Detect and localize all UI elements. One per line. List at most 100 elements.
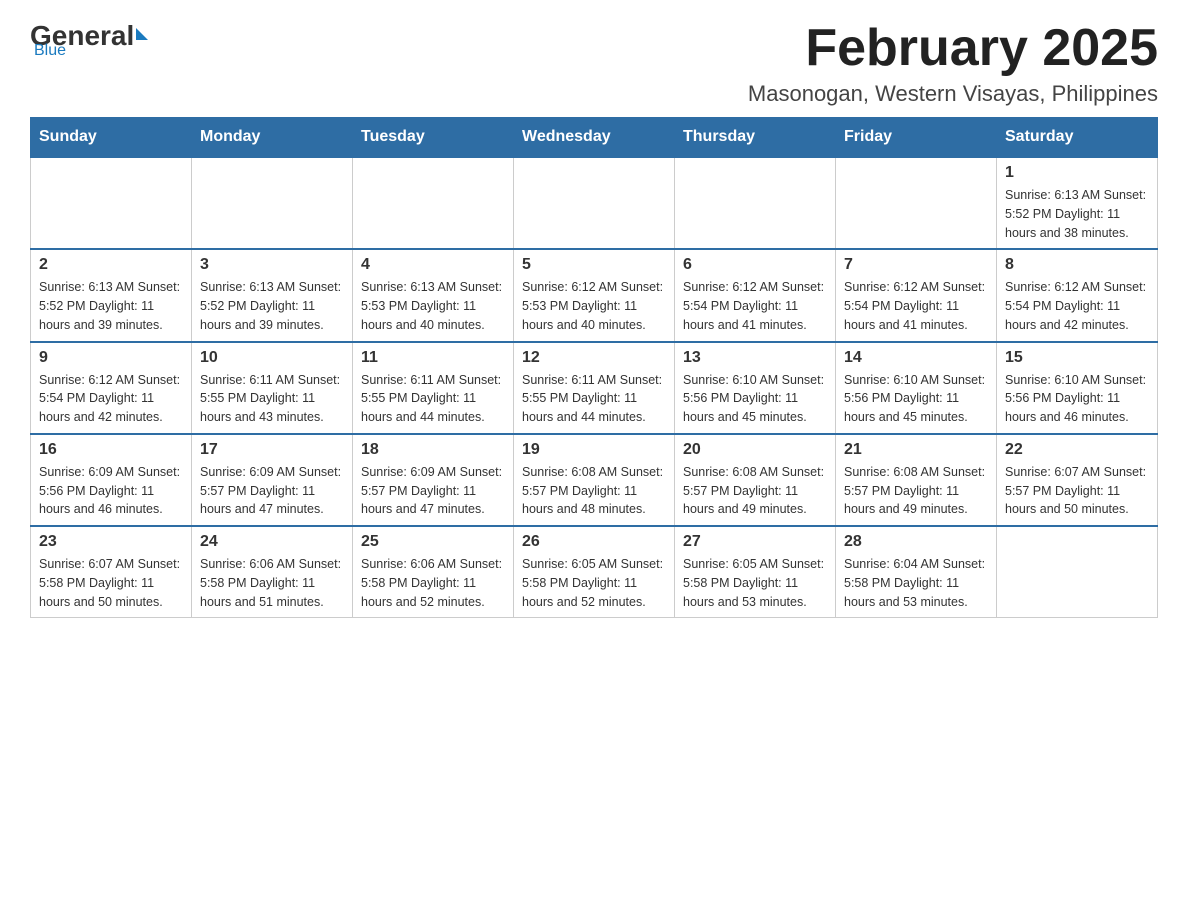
calendar-cell: 11 Sunrise: 6:11 AM Sunset: 5:55 PM Dayli… <box>353 342 514 434</box>
day-number: 1 <box>1005 164 1149 182</box>
day-number: 8 <box>1005 256 1149 274</box>
day-info: Sunrise: 6:12 AM Sunset: 5:53 PM Dayligh… <box>522 278 666 334</box>
day-info: Sunrise: 6:11 AM Sunset: 5:55 PM Dayligh… <box>361 371 505 427</box>
day-number: 22 <box>1005 441 1149 459</box>
day-info: Sunrise: 6:09 AM Sunset: 5:57 PM Dayligh… <box>361 463 505 519</box>
calendar-week-row: 16 Sunrise: 6:09 AM Sunset: 5:56 PM Dayli… <box>31 434 1158 526</box>
day-of-week-header: Saturday <box>997 118 1158 158</box>
calendar-cell: 9 Sunrise: 6:12 AM Sunset: 5:54 PM Daylig… <box>31 342 192 434</box>
calendar-cell: 27Sunrise: 6:05 AM Sunset: 5:58 PM Dayli… <box>675 526 836 618</box>
calendar-cell: 21 Sunrise: 6:08 AM Sunset: 5:57 PM Dayli… <box>836 434 997 526</box>
calendar-cell <box>836 157 997 249</box>
calendar-cell: 26Sunrise: 6:05 AM Sunset: 5:58 PM Dayli… <box>514 526 675 618</box>
day-number: 24 <box>200 533 344 551</box>
day-info: Sunrise: 6:08 AM Sunset: 5:57 PM Dayligh… <box>522 463 666 519</box>
day-number: 10 <box>200 349 344 367</box>
day-number: 3 <box>200 256 344 274</box>
calendar-cell: 24 Sunrise: 6:06 AM Sunset: 5:58 PM Dayli… <box>192 526 353 618</box>
day-number: 19 <box>522 441 666 459</box>
calendar-cell: 17Sunrise: 6:09 AM Sunset: 5:57 PM Dayli… <box>192 434 353 526</box>
day-info: Sunrise: 6:12 AM Sunset: 5:54 PM Dayligh… <box>683 278 827 334</box>
day-info: Sunrise: 6:10 AM Sunset: 5:56 PM Dayligh… <box>1005 371 1149 427</box>
day-number: 17 <box>200 441 344 459</box>
day-info: Sunrise: 6:07 AM Sunset: 5:57 PM Dayligh… <box>1005 463 1149 519</box>
day-number: 15 <box>1005 349 1149 367</box>
calendar-cell: 7 Sunrise: 6:12 AM Sunset: 5:54 PM Daylig… <box>836 249 997 341</box>
calendar-cell: 6 Sunrise: 6:12 AM Sunset: 5:54 PM Daylig… <box>675 249 836 341</box>
calendar-week-row: 2 Sunrise: 6:13 AM Sunset: 5:52 PM Daylig… <box>31 249 1158 341</box>
day-number: 23 <box>39 533 183 551</box>
day-of-week-header: Monday <box>192 118 353 158</box>
day-number: 26 <box>522 533 666 551</box>
calendar-cell: 14Sunrise: 6:10 AM Sunset: 5:56 PM Dayli… <box>836 342 997 434</box>
day-number: 12 <box>522 349 666 367</box>
logo-arrow-icon <box>136 28 148 40</box>
day-info: Sunrise: 6:12 AM Sunset: 5:54 PM Dayligh… <box>844 278 988 334</box>
calendar-cell <box>997 526 1158 618</box>
day-number: 4 <box>361 256 505 274</box>
day-number: 16 <box>39 441 183 459</box>
calendar-cell: 12 Sunrise: 6:11 AM Sunset: 5:55 PM Dayli… <box>514 342 675 434</box>
day-info: Sunrise: 6:12 AM Sunset: 5:54 PM Dayligh… <box>39 371 183 427</box>
day-info: Sunrise: 6:13 AM Sunset: 5:52 PM Dayligh… <box>200 278 344 334</box>
day-number: 6 <box>683 256 827 274</box>
day-info: Sunrise: 6:12 AM Sunset: 5:54 PM Dayligh… <box>1005 278 1149 334</box>
logo-blue-text: Blue <box>34 42 66 60</box>
day-info: Sunrise: 6:06 AM Sunset: 5:58 PM Dayligh… <box>361 555 505 611</box>
day-number: 28 <box>844 533 988 551</box>
calendar-cell: 28 Sunrise: 6:04 AM Sunset: 5:58 PM Dayli… <box>836 526 997 618</box>
day-info: Sunrise: 6:10 AM Sunset: 5:56 PM Dayligh… <box>683 371 827 427</box>
calendar-cell <box>31 157 192 249</box>
day-number: 7 <box>844 256 988 274</box>
calendar-cell: 3 Sunrise: 6:13 AM Sunset: 5:52 PM Daylig… <box>192 249 353 341</box>
calendar-cell: 15 Sunrise: 6:10 AM Sunset: 5:56 PM Dayli… <box>997 342 1158 434</box>
day-info: Sunrise: 6:07 AM Sunset: 5:58 PM Dayligh… <box>39 555 183 611</box>
day-info: Sunrise: 6:11 AM Sunset: 5:55 PM Dayligh… <box>522 371 666 427</box>
calendar-cell: 8 Sunrise: 6:12 AM Sunset: 5:54 PM Daylig… <box>997 249 1158 341</box>
calendar-cell <box>675 157 836 249</box>
day-info: Sunrise: 6:13 AM Sunset: 5:52 PM Dayligh… <box>39 278 183 334</box>
location-subtitle: Masonogan, Western Visayas, Philippines <box>748 81 1158 107</box>
day-number: 11 <box>361 349 505 367</box>
calendar-cell: 5Sunrise: 6:12 AM Sunset: 5:53 PM Daylig… <box>514 249 675 341</box>
day-number: 20 <box>683 441 827 459</box>
calendar-cell <box>192 157 353 249</box>
day-number: 25 <box>361 533 505 551</box>
calendar-week-row: 9 Sunrise: 6:12 AM Sunset: 5:54 PM Daylig… <box>31 342 1158 434</box>
day-info: Sunrise: 6:06 AM Sunset: 5:58 PM Dayligh… <box>200 555 344 611</box>
day-of-week-header: Thursday <box>675 118 836 158</box>
calendar-cell <box>514 157 675 249</box>
calendar-cell: 10Sunrise: 6:11 AM Sunset: 5:55 PM Dayli… <box>192 342 353 434</box>
calendar-cell: 13Sunrise: 6:10 AM Sunset: 5:56 PM Dayli… <box>675 342 836 434</box>
day-info: Sunrise: 6:04 AM Sunset: 5:58 PM Dayligh… <box>844 555 988 611</box>
page-header: General Blue February 2025 Masonogan, We… <box>30 20 1158 107</box>
day-number: 2 <box>39 256 183 274</box>
day-info: Sunrise: 6:08 AM Sunset: 5:57 PM Dayligh… <box>683 463 827 519</box>
day-info: Sunrise: 6:13 AM Sunset: 5:53 PM Dayligh… <box>361 278 505 334</box>
calendar-cell: 16 Sunrise: 6:09 AM Sunset: 5:56 PM Dayli… <box>31 434 192 526</box>
calendar-header-row: SundayMondayTuesdayWednesdayThursdayFrid… <box>31 118 1158 158</box>
day-of-week-header: Sunday <box>31 118 192 158</box>
day-info: Sunrise: 6:08 AM Sunset: 5:57 PM Dayligh… <box>844 463 988 519</box>
calendar-table: SundayMondayTuesdayWednesdayThursdayFrid… <box>30 117 1158 618</box>
calendar-cell: 20 Sunrise: 6:08 AM Sunset: 5:57 PM Dayli… <box>675 434 836 526</box>
day-of-week-header: Wednesday <box>514 118 675 158</box>
calendar-week-row: 23 Sunrise: 6:07 AM Sunset: 5:58 PM Dayli… <box>31 526 1158 618</box>
logo: General Blue <box>30 20 148 60</box>
calendar-cell: 18 Sunrise: 6:09 AM Sunset: 5:57 PM Dayli… <box>353 434 514 526</box>
calendar-week-row: 1 Sunrise: 6:13 AM Sunset: 5:52 PM Daylig… <box>31 157 1158 249</box>
day-info: Sunrise: 6:13 AM Sunset: 5:52 PM Dayligh… <box>1005 186 1149 242</box>
day-number: 27 <box>683 533 827 551</box>
day-number: 21 <box>844 441 988 459</box>
day-of-week-header: Tuesday <box>353 118 514 158</box>
calendar-cell: 19 Sunrise: 6:08 AM Sunset: 5:57 PM Dayli… <box>514 434 675 526</box>
calendar-cell: 2 Sunrise: 6:13 AM Sunset: 5:52 PM Daylig… <box>31 249 192 341</box>
calendar-cell: 1 Sunrise: 6:13 AM Sunset: 5:52 PM Daylig… <box>997 157 1158 249</box>
calendar-cell: 4 Sunrise: 6:13 AM Sunset: 5:53 PM Daylig… <box>353 249 514 341</box>
day-info: Sunrise: 6:09 AM Sunset: 5:56 PM Dayligh… <box>39 463 183 519</box>
day-number: 9 <box>39 349 183 367</box>
calendar-cell: 22 Sunrise: 6:07 AM Sunset: 5:57 PM Dayli… <box>997 434 1158 526</box>
day-number: 18 <box>361 441 505 459</box>
calendar-cell: 25 Sunrise: 6:06 AM Sunset: 5:58 PM Dayli… <box>353 526 514 618</box>
calendar-cell: 23 Sunrise: 6:07 AM Sunset: 5:58 PM Dayli… <box>31 526 192 618</box>
